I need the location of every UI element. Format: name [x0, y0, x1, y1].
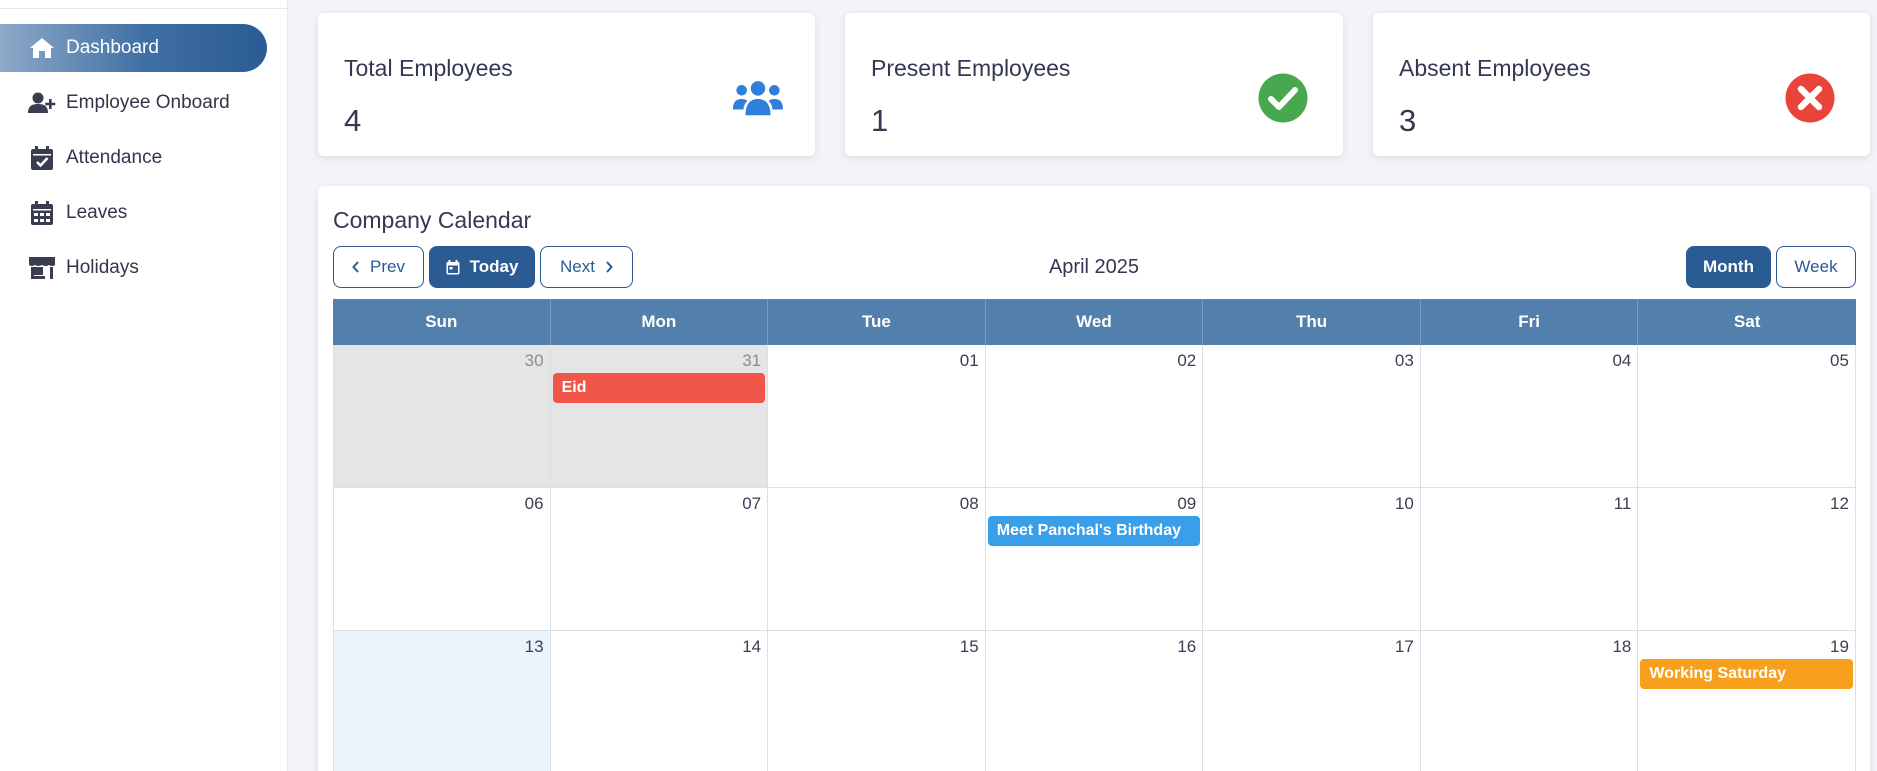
calendar-day-cell[interactable]: 08 [768, 488, 986, 631]
day-number: 04 [1612, 351, 1632, 370]
event-birthday[interactable]: Meet Panchal's Birthday [987, 516, 1201, 546]
company-calendar-panel: Company Calendar Prev Today Next April 2… [318, 186, 1870, 771]
day-header-thu: Thu [1203, 299, 1421, 345]
stat-card-title: Present Employees [871, 55, 1071, 81]
calendar-day-cell[interactable]: 12 [1638, 488, 1856, 631]
week-view-label: Week [1794, 257, 1838, 276]
stat-card-value: 3 [1399, 103, 1417, 138]
calendar-month-label: April 2025 [1048, 256, 1140, 278]
day-number: 31 [742, 351, 762, 370]
day-number: 30 [524, 351, 544, 370]
sidebar-item-dashboard[interactable]: Dashboard [0, 24, 267, 72]
calendar-day-cell-today[interactable]: 13 [333, 631, 551, 771]
event-working-saturday[interactable]: Working Saturday [1640, 659, 1853, 689]
day-number: 13 [524, 637, 544, 656]
app-root: Dashboard Employee Onboard Attendance Le… [0, 0, 1877, 771]
day-number: 06 [524, 494, 544, 513]
calendar-day-cell[interactable]: 19 Working Saturday [1638, 631, 1856, 771]
month-view-button[interactable]: Month [1686, 246, 1771, 288]
calendar-week-row: 13 14 15 16 17 18 19 Working Saturday [333, 631, 1856, 771]
stat-card-value: 4 [344, 103, 362, 138]
stat-card-total-employees: Total Employees 4 [318, 13, 815, 156]
day-number: 08 [959, 494, 979, 513]
sidebar-item-label: Dashboard [66, 37, 159, 58]
day-number: 02 [1177, 351, 1197, 370]
calendar-check-icon [28, 144, 56, 172]
sidebar-item-label: Holidays [66, 257, 139, 278]
sidebar-item-employee-onboard[interactable]: Employee Onboard [0, 79, 267, 127]
week-view-button[interactable]: Week [1776, 246, 1856, 288]
month-view-label: Month [1703, 257, 1754, 276]
store-icon [28, 254, 56, 282]
stat-card-value: 1 [871, 103, 889, 138]
calendar-day-cell[interactable]: 04 [1420, 345, 1639, 488]
day-header-fri: Fri [1421, 299, 1639, 345]
stat-card-present-employees: Present Employees 1 [845, 13, 1343, 156]
calendar-grid: Sun Mon Tue Wed Thu Fri Sat 30 31 Eid 01… [333, 299, 1856, 771]
calendar-day-cell[interactable]: 18 [1420, 631, 1639, 771]
calendar-day-cell[interactable]: 11 [1420, 488, 1639, 631]
calendar-day-cell[interactable]: 05 [1638, 345, 1856, 488]
calendar-day-cell[interactable]: 30 [333, 345, 551, 488]
day-number: 11 [1613, 494, 1632, 513]
sidebar-item-holidays[interactable]: Holidays [0, 244, 267, 292]
sidebar-item-label: Attendance [66, 147, 163, 168]
calendar-day-cell[interactable]: 31 Eid [550, 345, 769, 488]
calendar-day-cell[interactable]: 03 [1203, 345, 1421, 488]
day-number: 05 [1830, 351, 1849, 370]
user-plus-icon [28, 89, 56, 117]
day-number: 17 [1394, 637, 1414, 656]
day-header-wed: Wed [986, 299, 1204, 345]
day-header-tue: Tue [768, 299, 986, 345]
sidebar-item-label: Employee Onboard [66, 92, 230, 113]
day-number: 18 [1612, 637, 1632, 656]
calendar-title: Company Calendar [333, 207, 532, 233]
check-circle-icon [1258, 73, 1308, 123]
calendar-day-cell[interactable]: 15 [768, 631, 986, 771]
day-number: 16 [1177, 637, 1197, 656]
day-header-sun: Sun [333, 299, 551, 345]
event-eid[interactable]: Eid [552, 373, 766, 403]
calendar-day-cell[interactable]: 09 Meet Panchal's Birthday [985, 488, 1204, 631]
day-number: 09 [1177, 494, 1197, 513]
sidebar: Dashboard Employee Onboard Attendance Le… [0, 0, 288, 771]
calendar-day-cell[interactable]: 07 [550, 488, 769, 631]
calendar-grid-icon [28, 199, 56, 227]
stat-card-title: Total Employees [344, 55, 513, 81]
sidebar-item-label: Leaves [66, 202, 128, 223]
day-number: 14 [742, 637, 762, 656]
day-header-sat: Sat [1733, 312, 1761, 331]
calendar-day-cell[interactable]: 10 [1203, 488, 1421, 631]
calendar-day-cell[interactable]: 01 [768, 345, 986, 488]
sidebar-item-leaves[interactable]: Leaves [0, 189, 267, 237]
day-number: 12 [1830, 494, 1849, 513]
day-number: 07 [742, 494, 762, 513]
day-number: 03 [1394, 351, 1414, 370]
calendar-day-cell[interactable]: 06 [333, 488, 551, 631]
x-circle-icon [1785, 73, 1835, 123]
calendar-day-cell[interactable]: 17 [1203, 631, 1421, 771]
calendar-day-header: Sun Mon Tue Wed Thu Fri Sat [333, 299, 1856, 345]
stat-card-title: Absent Employees [1399, 55, 1591, 81]
day-number: 01 [959, 351, 979, 370]
calendar-day-cell[interactable]: 14 [550, 631, 769, 771]
calendar-day-cell[interactable]: 16 [985, 631, 1204, 771]
day-number: 10 [1394, 494, 1414, 513]
sidebar-item-attendance[interactable]: Attendance [0, 134, 267, 182]
calendar-week-row: 06 07 08 09 Meet Panchal's Birthday 10 1… [333, 488, 1856, 631]
calendar-day-cell[interactable]: 02 [985, 345, 1204, 488]
calendar-week-row: 30 31 Eid 01 02 03 04 05 [333, 345, 1856, 488]
day-number: 15 [959, 637, 979, 656]
sidebar-top-divider [0, 0, 287, 9]
stat-card-absent-employees: Absent Employees 3 [1373, 13, 1870, 156]
day-header-mon: Mon [551, 299, 769, 345]
home-icon [28, 34, 56, 62]
users-icon [733, 73, 783, 123]
day-number: 19 [1830, 637, 1849, 656]
